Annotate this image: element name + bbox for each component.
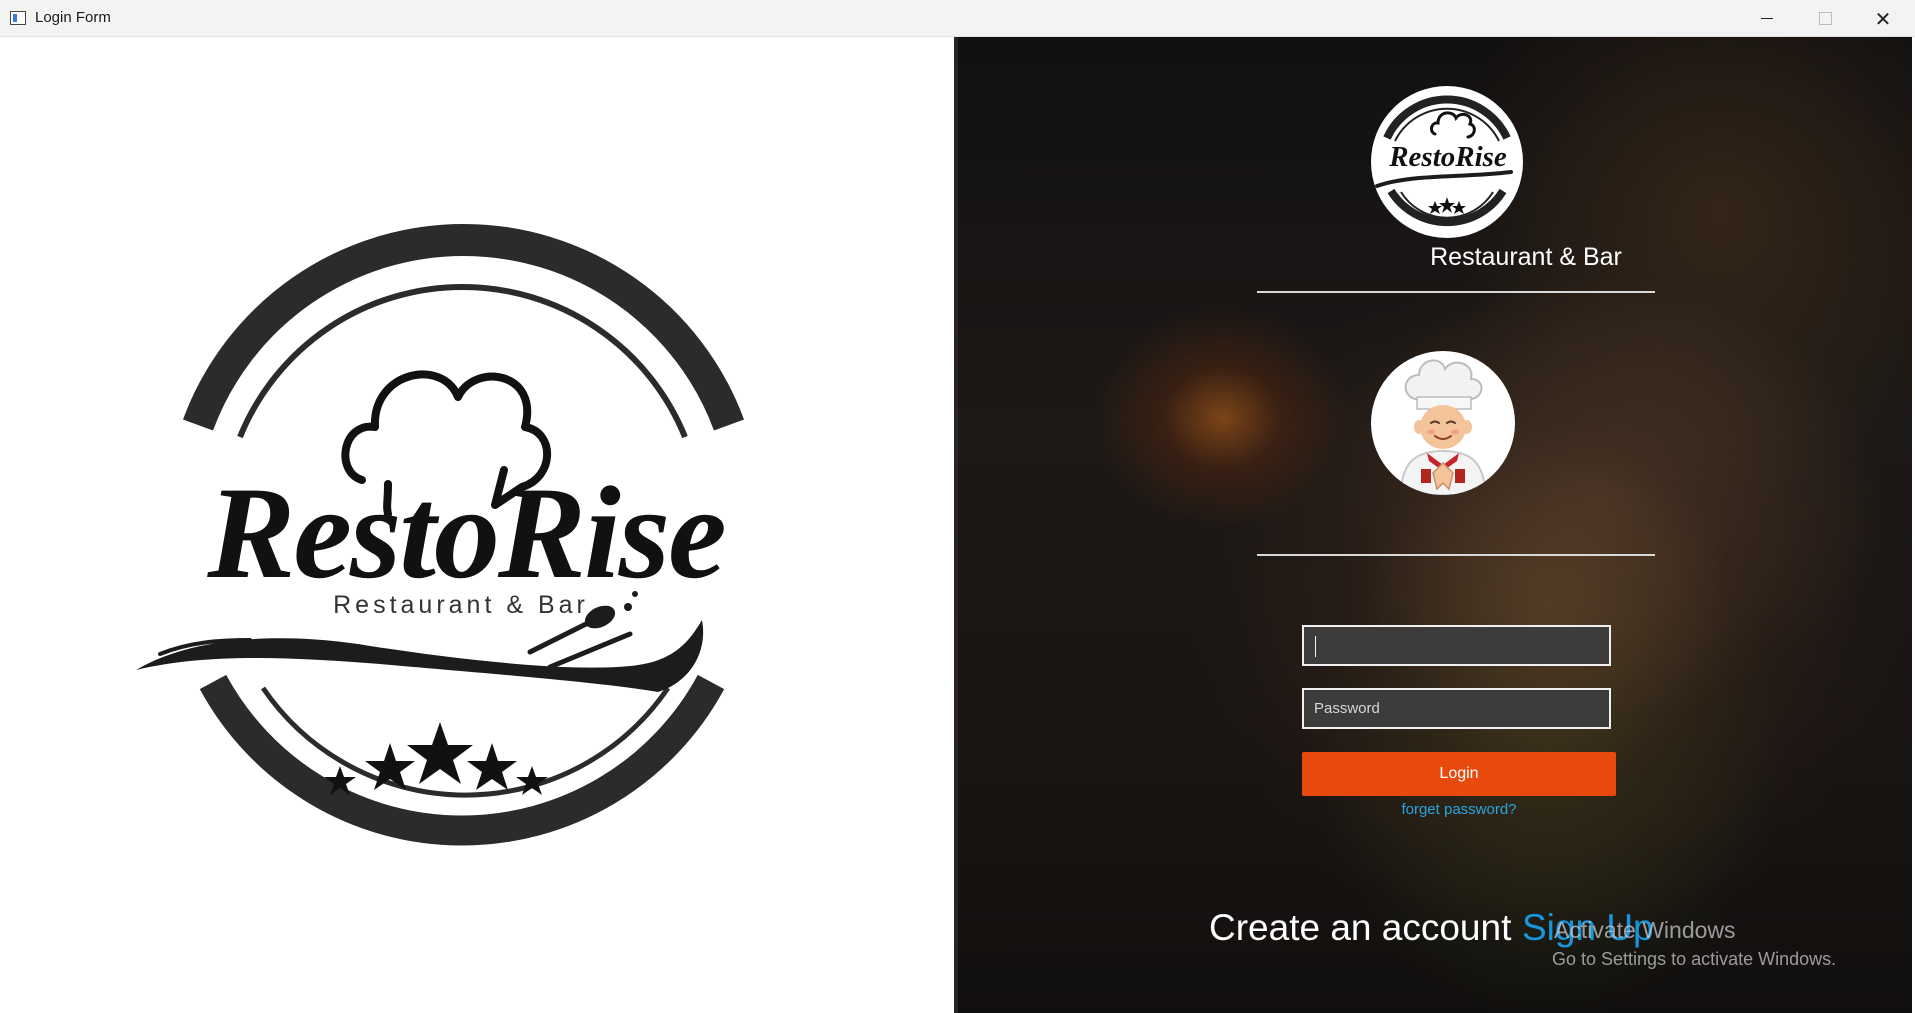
password-input[interactable]: Password xyxy=(1302,688,1611,729)
badge-wordmark: RestoRise xyxy=(1388,141,1507,173)
logo-wordmark: RestoRise xyxy=(206,459,724,606)
password-placeholder: Password xyxy=(1314,700,1380,717)
login-button[interactable]: Login xyxy=(1302,752,1616,796)
restorise-badge-icon: RestoRise xyxy=(1375,95,1513,227)
divider xyxy=(1257,291,1655,293)
text-caret xyxy=(1315,636,1316,657)
login-panel: RestoRise Restaurant & Bar Password Logi… xyxy=(954,37,1912,1013)
brand-subtitle: Restaurant & Bar xyxy=(1430,243,1622,271)
window-titlebar: Login Form ✕ xyxy=(0,0,1915,37)
maximize-icon xyxy=(1818,12,1832,25)
divider xyxy=(1257,554,1655,556)
app-icon xyxy=(10,11,26,25)
activation-watermark-subtitle: Go to Settings to activate Windows. xyxy=(1552,949,1837,969)
activation-watermark-title: Activate Windows xyxy=(1554,917,1736,943)
minimize-button[interactable] xyxy=(1738,0,1796,37)
chef-icon xyxy=(1399,359,1487,495)
small-logo: RestoRise xyxy=(1371,86,1523,238)
username-input[interactable] xyxy=(1302,625,1611,666)
maximize-button[interactable] xyxy=(1796,0,1854,37)
logo-tagline: Restaurant & Bar xyxy=(333,591,589,619)
create-account-text: Create an account xyxy=(1209,907,1512,948)
close-button[interactable]: ✕ xyxy=(1854,0,1912,37)
restorise-logo: RestoRise Restaurant & Bar xyxy=(136,223,745,846)
forgot-password-link[interactable]: forget password? xyxy=(1302,801,1616,818)
minimize-icon xyxy=(1761,18,1773,19)
window-title: Login Form xyxy=(35,9,111,26)
brand-panel: RestoRise Restaurant & Bar xyxy=(0,37,954,1013)
chef-avatar xyxy=(1371,351,1515,495)
close-icon: ✕ xyxy=(1874,6,1892,31)
